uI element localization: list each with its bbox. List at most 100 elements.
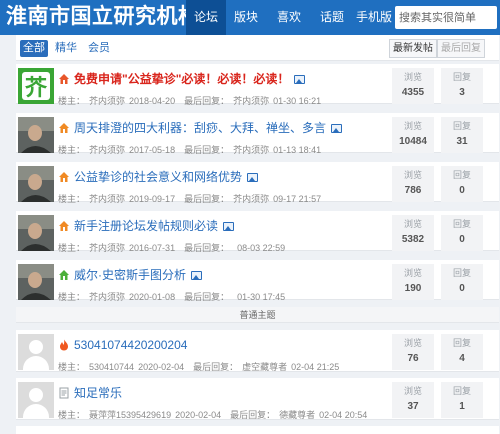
author-name[interactable]: 芥内须弥 xyxy=(89,194,125,204)
avatar[interactable] xyxy=(18,166,54,202)
replies-label: 回复 xyxy=(452,121,471,131)
replies-stat: 回复 31 xyxy=(441,117,483,153)
post-date: 2018-04-20 xyxy=(129,96,176,106)
views-label: 浏览 xyxy=(403,170,422,180)
table-row[interactable]: 公益挚诊的社会意义和网络优势 楼主： 芥内须弥 2019-09-17 最后回复： 芥内… xyxy=(16,162,499,204)
views-label: 浏览 xyxy=(403,386,422,396)
last-reply-user[interactable]: 芥内须弥 xyxy=(233,194,269,204)
thread-title[interactable]: 周天排澄的四大利器：刮痧、大拜、禅坐、多言 xyxy=(74,121,326,135)
portrait-avatar-icon xyxy=(18,117,54,153)
last-reply-user[interactable]: 芥内须弥 xyxy=(233,96,269,106)
views-count: 190 xyxy=(404,283,422,294)
thread-title[interactable]: 免费申请"公益挚诊"必读！必读！必读！ xyxy=(74,72,289,86)
post-date: 2017-05-18 xyxy=(129,145,176,155)
replies-count: 3 xyxy=(459,87,465,98)
nav-mobile[interactable]: 手机版 xyxy=(352,0,396,35)
image-icon xyxy=(223,222,235,231)
sort-latest-button[interactable]: 最新发帖 xyxy=(389,39,437,58)
post-date: 2020-02-04 xyxy=(175,410,222,420)
image-icon xyxy=(191,271,202,280)
search-box xyxy=(395,6,497,29)
image-icon xyxy=(247,173,259,182)
thread-title[interactable]: 新手注册论坛发帖规则必读 xyxy=(74,219,218,233)
home-icon xyxy=(59,221,69,231)
last-reply-time: 08-03 22:59 xyxy=(237,243,286,253)
author-name[interactable]: 芥内须弥 xyxy=(89,292,125,302)
site-title[interactable]: 淮南市国立研究机构 xyxy=(6,3,200,31)
last-reply-label: 最后回复： xyxy=(193,362,239,372)
table-row[interactable]: 周天排澄的四大利器：刮痧、大拜、禅坐、多言 楼主： 芥内须弥 2017-05-18 … xyxy=(16,113,499,155)
sort-last-reply-button[interactable]: 最后回复 xyxy=(437,39,485,58)
author-name[interactable]: 芥内须弥 xyxy=(89,145,125,155)
table-row[interactable]: 知足常乐 楼主： 聂萍萍15395429619 2020-02-04 最后回复： 德藏… xyxy=(16,378,499,420)
post-date: 2016-07-31 xyxy=(129,243,176,253)
last-reply-user[interactable]: 芥内须弥 xyxy=(233,145,269,155)
table-row[interactable] xyxy=(16,426,499,434)
avatar[interactable] xyxy=(18,215,54,251)
portrait-avatar-icon xyxy=(18,166,54,202)
fire-icon xyxy=(60,339,68,351)
author-name[interactable]: 芥内须弥 xyxy=(89,96,125,106)
views-stat: 浏览 190 xyxy=(392,264,434,300)
svg-text:芥: 芥 xyxy=(25,76,48,101)
avatar[interactable] xyxy=(18,334,54,370)
avatar[interactable] xyxy=(18,382,54,418)
replies-count: 0 xyxy=(459,283,465,294)
last-reply-user[interactable]: 德藏尊者 xyxy=(279,410,315,420)
views-stat: 浏览 786 xyxy=(392,166,434,202)
post-date: 2020-01-08 xyxy=(129,292,176,302)
top-navbar: 淮南市国立研究机构 论坛 版块 喜欢 话题 手机版 xyxy=(0,0,500,35)
views-count: 37 xyxy=(407,401,419,412)
thread-title[interactable]: 知足常乐 xyxy=(74,386,122,400)
replies-stat: 回复 4 xyxy=(441,334,483,370)
tab-all[interactable]: 全部 xyxy=(20,40,48,57)
replies-count: 4 xyxy=(459,353,465,364)
nav-forum[interactable]: 论坛 xyxy=(186,0,226,35)
views-count: 5382 xyxy=(401,234,425,245)
author-label: 楼主： xyxy=(58,410,86,420)
thread-title[interactable]: 威尔·史密斯手图分析 xyxy=(74,268,186,282)
thread-title[interactable]: 53041074420200204 xyxy=(74,338,187,352)
last-reply-time: 02-04 20:54 xyxy=(319,410,368,420)
search-input[interactable] xyxy=(395,6,497,29)
replies-label: 回复 xyxy=(452,72,471,82)
table-row[interactable]: 53041074420200204 楼主： 530410744 2020-02-04… xyxy=(16,330,499,372)
author-name[interactable]: 聂萍萍15395429619 xyxy=(89,410,171,420)
replies-label: 回复 xyxy=(452,268,471,278)
tab-digest[interactable]: 精华 xyxy=(52,40,80,57)
last-reply-label: 最后回复： xyxy=(230,410,276,420)
last-reply-time: 09-17 21:57 xyxy=(273,194,322,204)
views-label: 浏览 xyxy=(403,268,422,278)
avatar[interactable] xyxy=(18,117,54,153)
nav-boards[interactable]: 版块 xyxy=(226,0,266,35)
views-stat: 浏览 5382 xyxy=(392,215,434,251)
replies-stat: 回复 0 xyxy=(441,264,483,300)
last-reply-time: 02-04 21:25 xyxy=(291,362,340,372)
document-icon xyxy=(59,387,69,399)
views-count: 76 xyxy=(407,353,419,364)
last-reply-label: 最后回复： xyxy=(184,145,230,155)
table-row[interactable]: 芥 免费申请"公益挚诊"必读！必读！必读！ 楼主： 芥内须弥 2018-04-20 … xyxy=(16,64,499,106)
replies-label: 回复 xyxy=(452,338,471,348)
thread-title[interactable]: 公益挚诊的社会意义和网络优势 xyxy=(74,170,242,184)
table-row[interactable]: 新手注册论坛发帖规则必读 楼主： 芥内须弥 2016-07-31 最后回复： 08-0… xyxy=(16,211,499,253)
views-label: 浏览 xyxy=(403,72,422,82)
avatar[interactable]: 芥 xyxy=(18,68,54,104)
nav-topics[interactable]: 话题 xyxy=(312,0,352,35)
replies-label: 回复 xyxy=(452,170,471,180)
author-name[interactable]: 530410744 xyxy=(89,362,134,372)
post-date: 2019-09-17 xyxy=(129,194,176,204)
author-label: 楼主： xyxy=(58,362,86,372)
nav-likes[interactable]: 喜欢 xyxy=(266,0,312,35)
last-reply-user[interactable]: 虚空藏尊者 xyxy=(242,362,287,372)
avatar[interactable] xyxy=(18,264,54,300)
default-avatar-icon xyxy=(18,334,54,370)
table-row[interactable]: 威尔·史密斯手图分析 楼主： 芥内须弥 2020-01-08 最后回复： 01-30 … xyxy=(16,260,499,302)
last-reply-time: 01-13 18:41 xyxy=(273,145,322,155)
views-stat: 浏览 10484 xyxy=(392,117,434,153)
last-reply-time: 01-30 17:45 xyxy=(237,292,286,302)
views-label: 浏览 xyxy=(403,338,422,348)
tab-members[interactable]: 会员 xyxy=(84,40,114,57)
last-reply-label: 最后回复： xyxy=(184,292,230,302)
author-name[interactable]: 芥内须弥 xyxy=(89,243,125,253)
